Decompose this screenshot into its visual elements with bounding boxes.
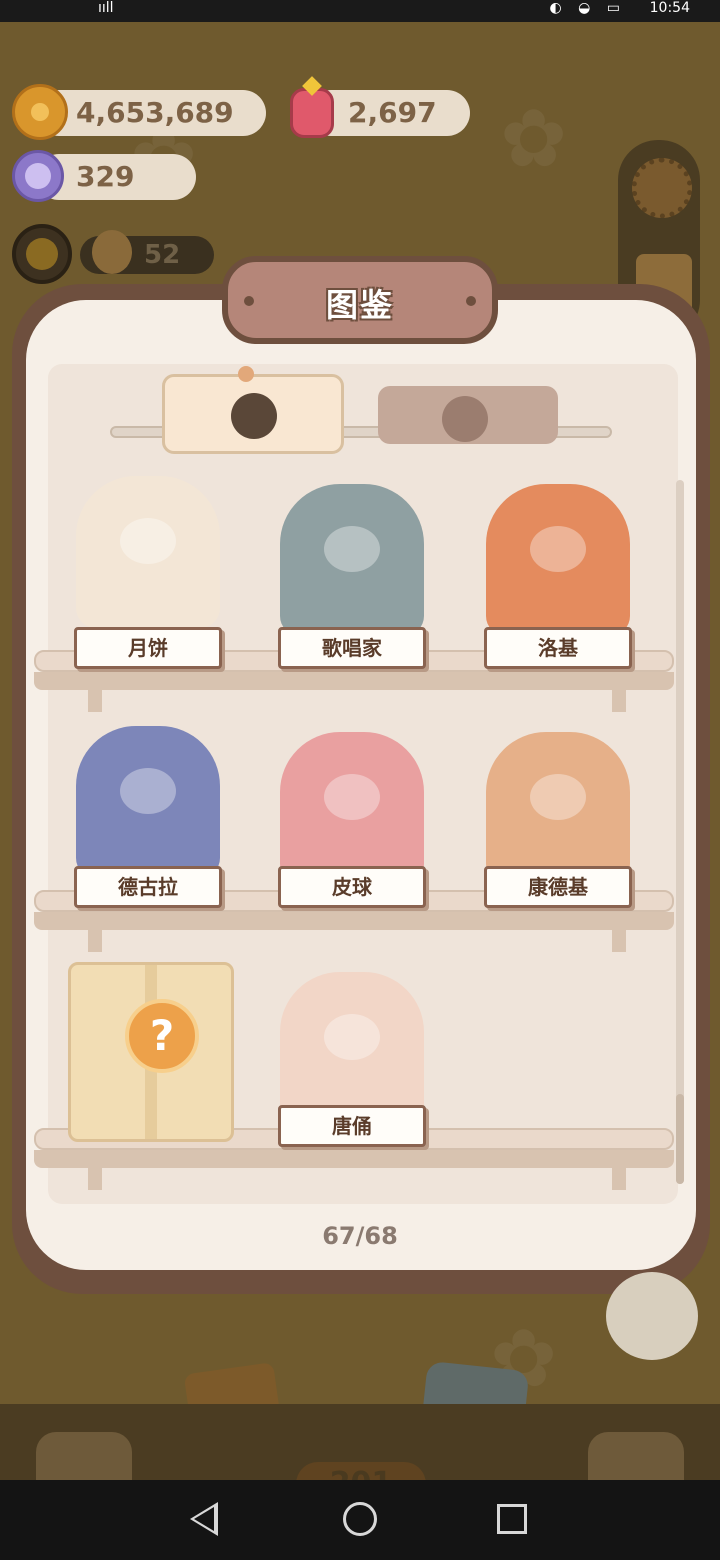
character-name-label: 月饼: [74, 627, 222, 669]
scrollbar-thumb[interactable]: [676, 1094, 684, 1184]
level-ring-icon[interactable]: [12, 224, 72, 284]
status-bar: ııll ◐ ◒ ▭ 10:54: [0, 0, 720, 22]
character-name-label: 德古拉: [74, 866, 222, 908]
character-art: [76, 726, 220, 878]
character-art: [280, 484, 424, 636]
modal-title-plate: 图鉴: [222, 256, 498, 344]
character-art: [280, 732, 424, 884]
nav-home-icon[interactable]: [343, 1502, 377, 1536]
cookie-avatar-icon: [92, 230, 132, 274]
candy-icon: [12, 150, 64, 202]
character-name-label: 洛基: [484, 627, 632, 669]
jelly-gem-icon: [290, 88, 334, 138]
character-face-icon: [442, 396, 488, 442]
status-icons: ◐ ◒ ▭: [549, 0, 626, 16]
candy-amount: 329: [76, 160, 135, 193]
level-value: 52: [144, 240, 181, 270]
character-name-label: 歌唱家: [278, 627, 426, 669]
locked-character-card[interactable]: ?: [68, 962, 234, 1142]
collection-progress: 67/68: [322, 1222, 398, 1250]
tab-characters[interactable]: [162, 374, 344, 454]
tab-characters-alt[interactable]: [378, 386, 558, 444]
nav-recents-icon[interactable]: [497, 1504, 527, 1534]
coin-amount: 4,653,689: [76, 96, 234, 129]
cookie-coin-icon: [12, 84, 68, 140]
character-art: [486, 484, 630, 636]
settings-gear-icon[interactable]: [632, 158, 692, 218]
flower-decor-icon: ✿: [500, 92, 568, 185]
character-art: [486, 732, 630, 884]
coin-counter[interactable]: 4,653,689: [36, 90, 266, 136]
skull-face-icon: [231, 393, 277, 439]
mystery-gift-icon: ?: [125, 999, 199, 1073]
modal-title: 图鉴: [325, 286, 394, 324]
character-name-label: 皮球: [278, 866, 426, 908]
character-art: [76, 476, 220, 628]
signal-indicator: ııll: [98, 0, 114, 16]
scrollbar-track[interactable]: [676, 480, 684, 1184]
system-nav-bar: [0, 1480, 720, 1560]
clock: 10:54: [649, 0, 690, 16]
helper-cat-button[interactable]: [606, 1272, 698, 1360]
character-art: [280, 972, 424, 1124]
gem-amount: 2,697: [348, 96, 437, 129]
nav-back-icon[interactable]: [190, 1502, 218, 1536]
character-name-label: 康德基: [484, 866, 632, 908]
pin-icon: [238, 366, 254, 382]
character-name-label: 唐俑: [278, 1105, 426, 1147]
